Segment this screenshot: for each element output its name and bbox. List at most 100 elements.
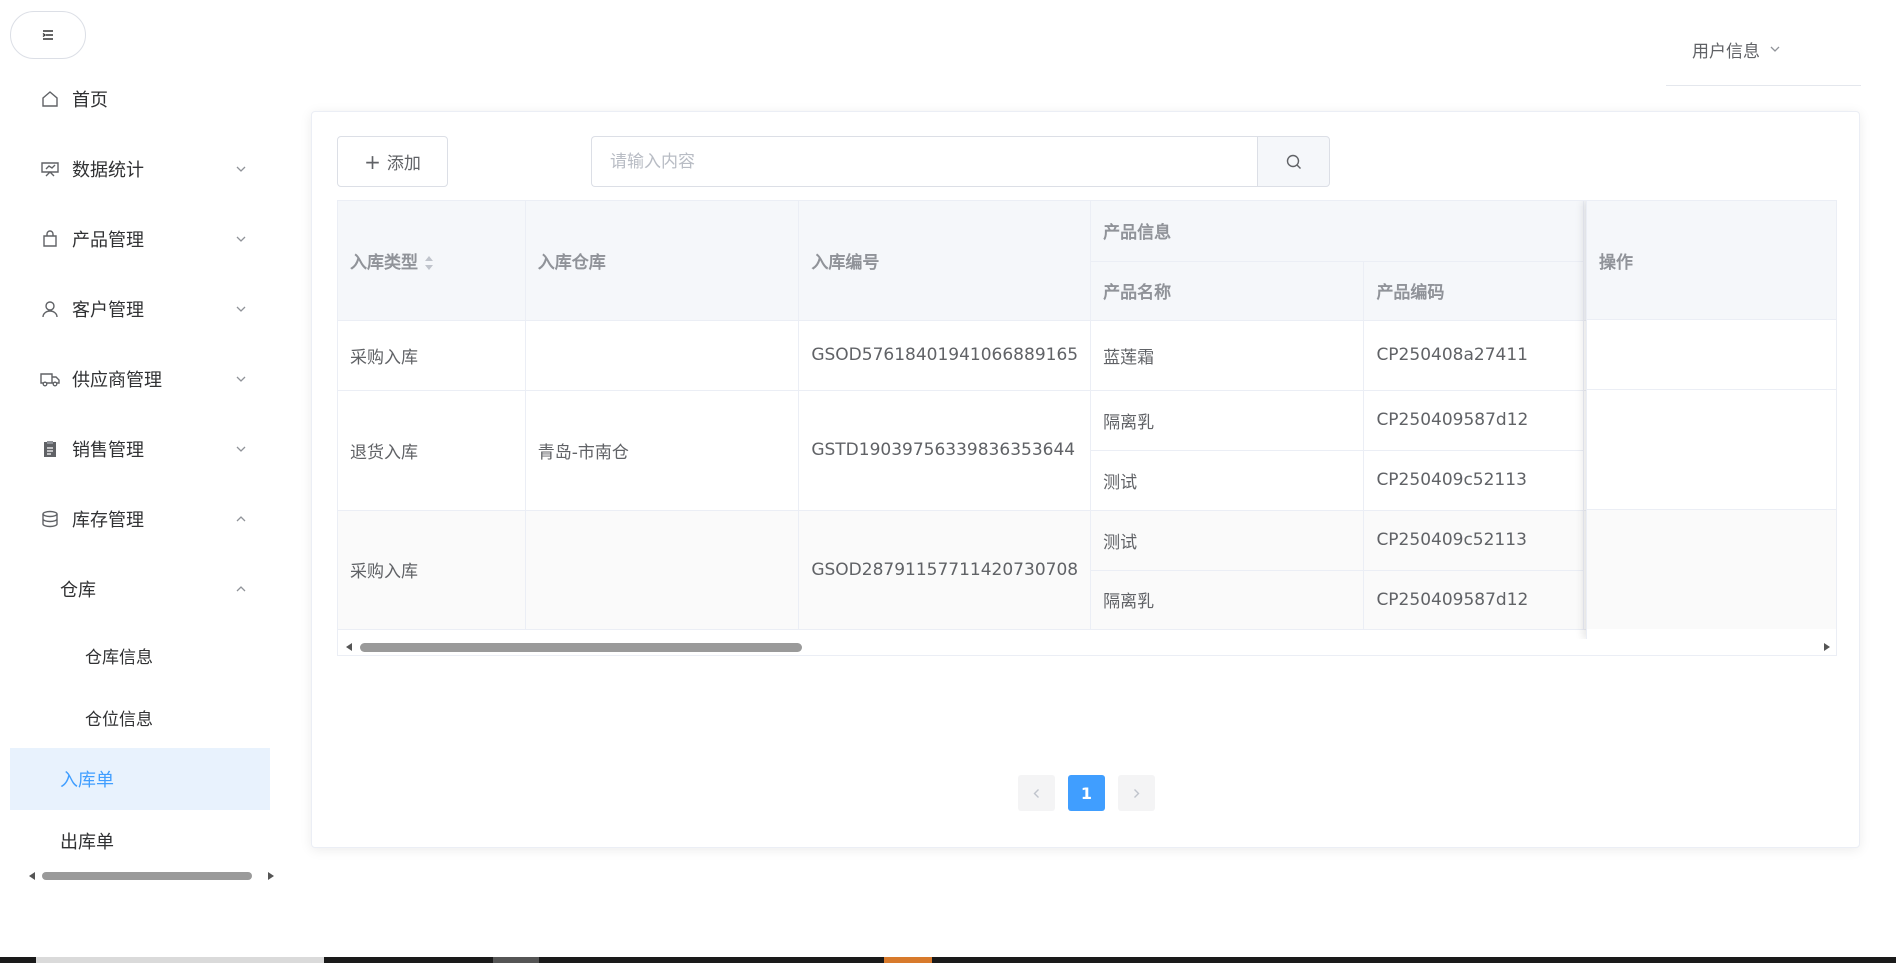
sidebar-item-label: 产品管理 — [72, 230, 144, 251]
scrollbar-thumb[interactable] — [360, 643, 802, 652]
menu-fold-icon — [42, 30, 53, 40]
sidebar-item-inventory[interactable]: 库存管理 — [10, 484, 270, 554]
chevron-up-icon — [236, 586, 246, 592]
sidebar-item-inbound-order[interactable]: 入库单 — [10, 748, 270, 810]
cell-product-name: 隔离乳 — [1090, 390, 1365, 451]
cell-product-code: CP250409587d12 — [1363, 390, 1585, 451]
cell-code: GSOD28791157711420730708 — [798, 510, 1092, 630]
sidebar-item-home[interactable]: 首页 — [10, 64, 270, 134]
cell-product-name: 测试 — [1090, 450, 1365, 511]
cell-warehouse — [525, 510, 800, 630]
actions-cell — [1587, 320, 1836, 390]
database-icon — [40, 509, 60, 529]
cell-product-name: 蓝莲霜 — [1090, 320, 1365, 391]
clipboard-icon — [40, 439, 60, 459]
cell-code: GSOD57618401941066889165 — [798, 320, 1092, 391]
sidebar-item-label: 仓位信息 — [85, 709, 153, 730]
chevron-down-icon — [1770, 46, 1780, 52]
column-header-actions: 操作 — [1587, 201, 1836, 320]
chevron-left-icon — [1033, 788, 1039, 798]
next-page-button[interactable] — [1118, 775, 1155, 811]
scroll-left-arrow-icon[interactable] — [29, 872, 35, 880]
search-input[interactable] — [591, 136, 1257, 187]
sidebar-item-sales[interactable]: 销售管理 — [10, 414, 270, 484]
search-bar — [591, 136, 1330, 187]
home-icon — [40, 89, 60, 109]
sidebar-item-suppliers[interactable]: 供应商管理 — [10, 344, 270, 414]
sidebar-item-label: 首页 — [72, 90, 108, 111]
cell-product-name: 测试 — [1090, 510, 1365, 571]
cell-product-code: CP250409c52113 — [1363, 510, 1585, 571]
chevron-down-icon — [236, 236, 246, 242]
taskbar-segment — [493, 957, 539, 963]
cell-product-code: CP250409587d12 — [1363, 570, 1585, 630]
sidebar-item-label: 仓库 — [60, 580, 96, 601]
user-info-label: 用户信息 — [1692, 42, 1760, 62]
fixed-actions-column: 操作 — [1586, 201, 1836, 639]
cell-product-code: CP250409c52113 — [1363, 450, 1585, 511]
sidebar-item-warehouse[interactable]: 仓库 — [10, 554, 270, 624]
user-icon — [40, 299, 60, 319]
sidebar-item-stats[interactable]: 数据统计 — [10, 134, 270, 204]
chevron-down-icon — [236, 306, 246, 312]
truck-icon — [40, 369, 60, 389]
scroll-right-arrow-icon[interactable] — [1824, 643, 1830, 651]
chevron-down-icon — [236, 166, 246, 172]
sidebar-item-customers[interactable]: 客户管理 — [10, 274, 270, 344]
chevron-right-icon — [1134, 788, 1140, 798]
add-button[interactable]: + 添加 — [337, 136, 448, 187]
cell-type: 采购入库 — [338, 320, 526, 391]
prev-page-button[interactable] — [1018, 775, 1055, 811]
sidebar-item-label: 数据统计 — [72, 160, 144, 181]
add-button-label: 添加 — [386, 154, 421, 174]
column-header-product-group: 产品信息 — [1090, 201, 1585, 262]
sidebar-horizontal-scrollbar[interactable] — [26, 868, 274, 884]
search-button[interactable] — [1257, 136, 1330, 187]
column-header-code: 入库编号 — [798, 201, 1092, 321]
actions-cell — [1587, 510, 1836, 629]
inbound-table: 入库类型 入库仓库 入库编号 产品信息 产品名称 产品编码 采购入库 GSOD5… — [337, 200, 1837, 656]
main-card: + 添加 入库类型 入库仓库 入库编号 产品信息 — [311, 111, 1860, 848]
column-header-type[interactable]: 入库类型 — [338, 201, 526, 321]
cell-warehouse: 青岛-市南仓 — [525, 390, 800, 511]
sidebar-item-label: 出库单 — [60, 832, 114, 853]
taskbar-strip — [0, 957, 1896, 963]
cell-warehouse — [525, 320, 800, 391]
sidebar-menu: 首页 数据统计 产品管理 客户管理 供应商管理 销售管理 库存管理 仓库 仓库信… — [10, 64, 270, 872]
search-icon — [1286, 154, 1301, 169]
cell-code: GSTD19039756339836353644 — [798, 390, 1092, 511]
page-number-button[interactable]: 1 — [1068, 775, 1105, 811]
sidebar-item-label: 销售管理 — [72, 440, 144, 461]
taskbar-segment — [36, 957, 324, 963]
column-header-warehouse: 入库仓库 — [525, 201, 800, 321]
cell-product-code: CP250408a27411 — [1363, 320, 1585, 391]
column-header-product-name: 产品名称 — [1090, 261, 1365, 321]
sidebar-item-label: 库存管理 — [72, 510, 144, 531]
cell-product-name: 隔离乳 — [1090, 570, 1365, 630]
shopping-bag-icon — [40, 229, 60, 249]
plus-icon: + — [364, 149, 381, 174]
sidebar-item-outbound-order[interactable]: 出库单 — [10, 810, 270, 872]
scroll-right-arrow-icon[interactable] — [268, 872, 274, 880]
column-header-product-code: 产品编码 — [1363, 261, 1585, 321]
chevron-down-icon — [236, 376, 246, 382]
sidebar-item-label: 入库单 — [60, 770, 114, 791]
taskbar-segment — [884, 957, 932, 963]
sidebar-vertical-scrollbar[interactable] — [280, 16, 282, 864]
sidebar-item-label: 仓库信息 — [85, 647, 153, 668]
actions-cell — [1587, 390, 1836, 510]
scroll-left-arrow-icon[interactable] — [346, 643, 352, 651]
sort-caret-icon[interactable] — [424, 255, 434, 270]
table-horizontal-scrollbar[interactable] — [338, 639, 1836, 655]
sidebar-item-products[interactable]: 产品管理 — [10, 204, 270, 274]
chart-icon — [40, 159, 60, 179]
cell-type: 退货入库 — [338, 390, 526, 511]
scrollbar-thumb[interactable] — [42, 872, 252, 880]
sidebar-item-warehouse-info[interactable]: 仓库信息 — [10, 624, 270, 686]
collapse-menu-button[interactable] — [10, 11, 86, 59]
sidebar-item-label: 客户管理 — [72, 300, 144, 321]
sidebar-item-location-info[interactable]: 仓位信息 — [10, 686, 270, 748]
user-info-dropdown[interactable]: 用户信息 — [1666, 20, 1861, 86]
sidebar-item-label: 供应商管理 — [72, 370, 162, 391]
chevron-up-icon — [236, 516, 246, 522]
